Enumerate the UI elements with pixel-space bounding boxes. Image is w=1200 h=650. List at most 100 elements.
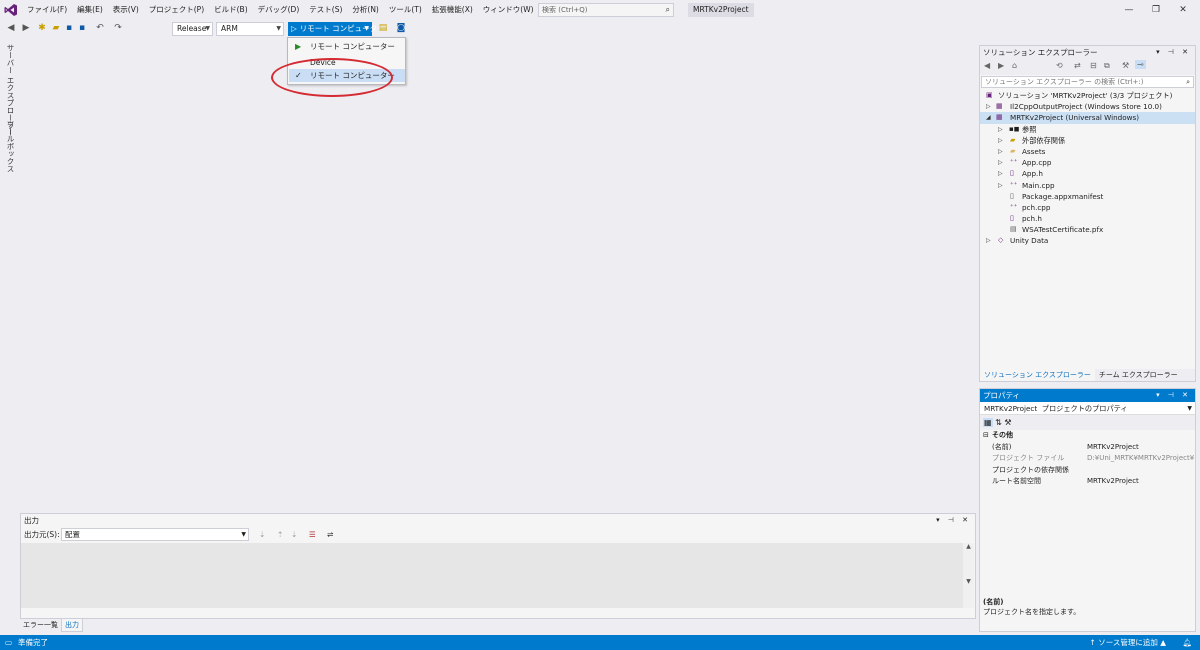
menu-edit[interactable]: 編集(E) <box>72 0 108 20</box>
tree-item-mrtk-project[interactable]: ◢ ▦ MRTKv2Project (Universal Windows) <box>980 112 1195 124</box>
sync-icon[interactable]: ⇄ <box>1074 61 1081 70</box>
word-wrap-icon[interactable]: ⇌ <box>327 527 333 542</box>
property-row[interactable]: (名前) MRTKv2Project <box>980 442 1195 454</box>
object-description: プロジェクトのプロパティ <box>1041 404 1128 413</box>
history-icon[interactable]: ⟲ <box>1056 61 1063 70</box>
expand-icon[interactable]: ▷ <box>998 135 1003 146</box>
tab-output[interactable]: 出力 <box>61 619 83 632</box>
clear-all-icon[interactable]: ☰ <box>309 527 316 542</box>
toolbox-tab[interactable]: ツールボックス <box>5 120 16 173</box>
menu-debug[interactable]: デバッグ(D) <box>253 0 305 20</box>
tree-item-app-h[interactable]: ▷ ▯ App.h <box>980 168 1195 179</box>
tree-item-external-deps[interactable]: ▷ ▰ 外部依存関係 <box>980 135 1195 146</box>
menu-tools[interactable]: ツール(T) <box>384 0 427 20</box>
header-file-icon: ▯ <box>1010 169 1014 178</box>
tree-item-pch-h[interactable]: ▯ pch.h <box>980 213 1195 224</box>
expand-icon[interactable]: ▷ <box>986 235 991 246</box>
notification-bell-icon[interactable]: 🔔︎ <box>1182 635 1192 650</box>
preview-icon[interactable]: ⊸ <box>1135 60 1146 69</box>
forward-icon[interactable]: ▶ <box>998 61 1004 70</box>
property-value[interactable]: MRTKv2Project <box>1087 476 1194 488</box>
alphabetical-icon[interactable]: ⇅ <box>995 418 1002 427</box>
find-message-icon[interactable]: ⇣ <box>259 527 265 542</box>
collapse-all-icon[interactable]: ⊟ <box>1090 61 1097 70</box>
property-row[interactable]: ルート名前空間 MRTKv2Project <box>980 476 1195 488</box>
configuration-select[interactable]: Release ▼ <box>172 22 213 36</box>
tab-solution-explorer[interactable]: ソリューション エクスプローラー <box>980 369 1095 381</box>
tree-item-package-manifest[interactable]: ▯ Package.appxmanifest <box>980 191 1195 202</box>
menu-window[interactable]: ウィンドウ(W) <box>478 0 539 20</box>
panel-controls[interactable]: ▾ ⊣ ✕ <box>1156 389 1191 402</box>
dropdown-item-remote-machine[interactable]: ▶ リモート コンピューター <box>289 40 405 53</box>
tree-item-unity-data[interactable]: ▷ ◇ Unity Data <box>980 235 1195 246</box>
properties-object-select[interactable]: MRTKv2Project プロジェクトのプロパティ ▼ <box>980 402 1195 415</box>
menu-build[interactable]: ビルド(B) <box>209 0 253 20</box>
previous-message-icon[interactable]: ⇡ <box>277 527 283 542</box>
property-value[interactable]: D:¥Uni_MRTK¥MRTKv2Project¥Ap <box>1087 453 1194 465</box>
home-icon[interactable]: ⌂ <box>1012 61 1017 70</box>
output-text-area[interactable] <box>21 543 963 608</box>
add-to-source-control-button[interactable]: ↑ ソース管理に追加 ▲ <box>1090 635 1166 650</box>
collapse-icon[interactable]: ◢ <box>986 112 991 123</box>
minimize-icon[interactable]: — <box>1116 2 1142 18</box>
solution-explorer-header: ソリューション エクスプローラー ▾ ⊣ ✕ <box>980 46 1195 59</box>
show-all-files-icon[interactable]: ⧉ <box>1104 61 1110 71</box>
forward-icon[interactable]: ▶ <box>20 22 32 35</box>
next-message-icon[interactable]: ⇣ <box>291 527 297 542</box>
tree-item-il2cpp-project[interactable]: ▷ ▦ Il2CppOutputProject (Windows Store 1… <box>980 101 1195 112</box>
solution-search-input[interactable]: ソリューション エクスプローラー の検索 (Ctrl+:) ⌕ <box>981 76 1194 88</box>
tree-item-references[interactable]: ▷ ▪◼ 参照 <box>980 124 1195 135</box>
save-icon[interactable]: ▪ <box>63 22 75 35</box>
back-icon[interactable]: ◀ <box>984 61 990 70</box>
menu-extensions[interactable]: 拡張機能(X) <box>427 0 478 20</box>
run-target-button[interactable]: ▷ リモート コンピューター ▼ <box>288 22 385 36</box>
expand-icon[interactable]: ▷ <box>998 168 1003 179</box>
panel-controls[interactable]: ▾ ⊣ ✕ <box>936 514 971 527</box>
menu-view[interactable]: 表示(V) <box>108 0 144 20</box>
tree-item-assets[interactable]: ▷ ▰ Assets <box>980 146 1195 157</box>
wrench-icon[interactable]: ⚒ <box>1122 61 1129 70</box>
save-all-icon[interactable]: ▪ <box>76 22 88 35</box>
undo-icon[interactable]: ↶ <box>94 22 106 35</box>
property-category[interactable]: ⊟ その他 <box>980 430 1195 442</box>
output-scrollbar[interactable]: ▲ ▼ <box>963 543 974 608</box>
tab-error-list[interactable]: エラー一覧 <box>20 619 61 631</box>
menu-test[interactable]: テスト(S) <box>304 0 347 20</box>
tree-item-app-cpp[interactable]: ▷ ⁺⁺ App.cpp <box>980 157 1195 168</box>
toolbar: ◀ ▶ ✱ ▰ ▪ ▪ ↶ ↷ Release ▼ ARM ▼ ▷ リモート コン… <box>0 20 1200 38</box>
tree-item-label: pch.cpp <box>1022 202 1051 212</box>
tab-team-explorer[interactable]: チーム エクスプローラー <box>1095 369 1182 381</box>
expand-icon[interactable]: ▷ <box>998 124 1003 135</box>
solution-explorer-panel: ソリューション エクスプローラー ▾ ⊣ ✕ ◀ ▶ ⌂ ⟲ ⇄ ⊟ ⧉ ⚒ ⊸… <box>979 45 1196 382</box>
categorized-icon[interactable]: ▦ <box>983 418 993 427</box>
collapse-icon[interactable]: ⊟ <box>983 430 989 442</box>
property-value[interactable]: MRTKv2Project <box>1087 442 1194 454</box>
open-folder-icon[interactable]: ▰ <box>50 22 62 35</box>
expand-icon[interactable]: ▷ <box>986 101 991 112</box>
menu-analyze[interactable]: 分析(N) <box>347 0 383 20</box>
property-pages-icon[interactable]: ⚒ <box>1004 418 1011 427</box>
close-icon[interactable]: ✕ <box>1170 2 1196 18</box>
panel-controls[interactable]: ▾ ⊣ ✕ <box>1156 46 1191 59</box>
back-icon[interactable]: ◀ <box>5 22 17 35</box>
quick-search-input[interactable]: 検索 (Ctrl+Q) ⌕ <box>538 3 674 17</box>
browser-link-icon[interactable]: ▤ <box>377 22 389 35</box>
restore-icon[interactable]: ❐ <box>1143 2 1169 18</box>
property-row[interactable]: プロジェクトの依存関係 <box>980 465 1195 477</box>
tree-item-pch-cpp[interactable]: ⁺⁺ pch.cpp <box>980 202 1195 213</box>
menu-project[interactable]: プロジェクト(P) <box>144 0 209 20</box>
tree-item-certificate[interactable]: ▤ WSATestCertificate.pfx <box>980 224 1195 235</box>
tree-item-solution[interactable]: ▣ ソリューション 'MRTKv2Project' (3/3 プロジェクト) <box>980 90 1195 101</box>
expand-icon[interactable]: ▷ <box>998 157 1003 168</box>
property-row[interactable]: プロジェクト ファイル D:¥Uni_MRTK¥MRTKv2Project¥Ap <box>980 453 1195 465</box>
redo-icon[interactable]: ↷ <box>112 22 124 35</box>
expand-icon[interactable]: ▷ <box>998 180 1003 191</box>
chevron-down-icon: ▼ <box>205 25 210 32</box>
new-project-icon[interactable]: ✱ <box>36 22 48 35</box>
expand-icon[interactable]: ▷ <box>998 146 1003 157</box>
output-source-select[interactable]: 配置 ▼ <box>61 528 249 541</box>
screenshot-icon[interactable]: ◙ <box>395 22 407 35</box>
menu-file[interactable]: ファイル(F) <box>22 0 72 20</box>
platform-select[interactable]: ARM ▼ <box>216 22 284 36</box>
tree-item-main-cpp[interactable]: ▷ ⁺⁺ Main.cpp <box>980 180 1195 191</box>
